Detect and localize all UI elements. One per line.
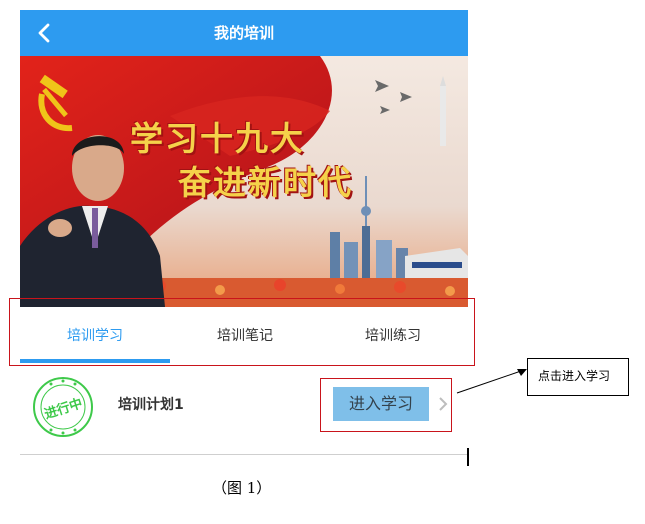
page-title: 我的培训 bbox=[213, 24, 274, 42]
status-stamp: 进行中 bbox=[32, 376, 94, 438]
banner-image: 学习十九大 奋进新时代 bbox=[20, 56, 468, 307]
banner-slogan-line2: 奋进新时代 bbox=[178, 163, 353, 202]
button-highlight-box bbox=[320, 378, 452, 432]
annotation-note-text: 点击进入学习 bbox=[538, 369, 611, 383]
annotation-note: 点击进入学习 bbox=[527, 358, 629, 396]
banner-slogan-line1: 学习十九大 bbox=[130, 119, 305, 158]
figure-caption: （图 1） bbox=[212, 479, 272, 497]
top-nav-bar: 我的培训 bbox=[20, 10, 468, 56]
text-cursor bbox=[467, 448, 469, 466]
tabs-highlight-box bbox=[9, 298, 475, 366]
annotation-arrow-icon bbox=[456, 369, 527, 394]
training-plan-name: 培训计划1 bbox=[118, 397, 184, 413]
